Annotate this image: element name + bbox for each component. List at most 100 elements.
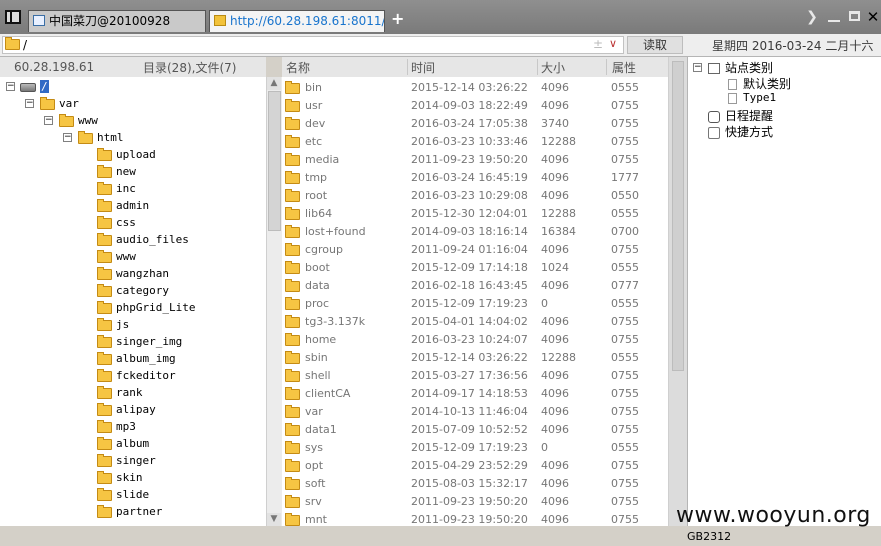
collapse-icon[interactable]: − [63,133,72,142]
collapse-icon[interactable]: − [25,99,34,108]
file-row[interactable]: mnt 2011-09-23 19:50:20 4096 0755 [282,511,668,526]
tree-node-folder[interactable]: category [97,282,169,299]
tree-node-folder[interactable]: album_img [97,350,176,367]
tree-node-var[interactable]: var [40,95,79,112]
default-category-node[interactable]: 默认类别 [728,75,791,92]
file-row[interactable]: data1 2015-07-09 10:52:52 4096 0755 [282,421,668,439]
tree-node-folder[interactable]: phpGrid_Lite [97,299,195,316]
cell-attr: 0755 [611,243,639,256]
file-list[interactable]: bin 2015-12-14 03:26:22 4096 0555 usr 2014-09… [282,77,668,526]
read-button[interactable]: 读取 [627,36,683,54]
folder-icon [285,153,300,166]
tree-node-root[interactable]: / [20,78,49,95]
site-category-node[interactable]: 站点类别 [708,59,773,76]
chevron-down-icon[interactable]: ∨ [609,37,617,50]
folder-icon [97,283,112,297]
new-tab-button[interactable]: + [391,9,404,28]
file-row[interactable]: root 2016-03-23 10:29:08 4096 0550 [282,187,668,205]
folder-icon [285,351,300,364]
tree-node-folder[interactable]: www [97,248,136,265]
column-name[interactable]: 名称 [286,59,310,76]
file-row[interactable]: sbin 2015-12-14 03:26:22 12288 0555 [282,349,668,367]
tree-node-folder[interactable]: slide [97,486,149,503]
tree-node-folder[interactable]: upload [97,146,156,163]
minimize-icon[interactable] [826,11,842,22]
tree-node-folder[interactable]: js [97,316,129,333]
file-row[interactable]: media 2011-09-23 19:50:20 4096 0755 [282,151,668,169]
tree-node-folder[interactable]: partner [97,503,162,520]
tree-node-folder[interactable]: wangzhan [97,265,169,282]
directory-tree[interactable]: − / − var − www − html upload new inc admin… [0,77,266,526]
file-row[interactable]: dev 2016-03-24 17:05:38 3740 0755 [282,115,668,133]
file-row[interactable]: tg3-3.137k 2015-04-01 14:04:02 4096 0755 [282,313,668,331]
tree-node-folder[interactable]: singer [97,452,156,469]
column-size[interactable]: 大小 [541,59,565,76]
tree-node-www[interactable]: www [59,112,98,129]
tree-node-folder[interactable]: singer_img [97,333,182,350]
file-row[interactable]: lost+found 2014-09-03 18:16:14 16384 0700 [282,223,668,241]
file-row[interactable]: clientCA 2014-09-17 14:18:53 4096 0755 [282,385,668,403]
scroll-down-icon[interactable]: ▼ [267,513,281,526]
path-input[interactable] [23,38,583,52]
folder-icon [285,189,300,202]
file-row[interactable]: cgroup 2011-09-24 01:16:04 4096 0755 [282,241,668,259]
tab-target-url[interactable]: http://60.28.198.61:8011/pa... [209,10,385,32]
tree-scrollbar[interactable]: ▲ ▼ [266,77,282,526]
tree-node-folder[interactable]: admin [97,197,149,214]
scroll-up-icon[interactable]: ▲ [267,77,281,90]
folder-icon [285,477,300,490]
collapse-icon[interactable]: − [44,116,53,125]
file-row[interactable]: srv 2011-09-23 19:50:20 4096 0755 [282,493,668,511]
plus-minus-icon[interactable]: ± [593,37,603,51]
file-row[interactable]: sys 2015-12-09 17:19:23 0 0555 [282,439,668,457]
tree-node-folder[interactable]: alipay [97,401,156,418]
tree-node-html[interactable]: html [78,129,124,146]
schedule-node[interactable]: 日程提醒 [708,107,773,124]
tree-node-folder[interactable]: rank [97,384,143,401]
document-icon [728,79,737,90]
scroll-thumb[interactable] [268,91,281,231]
maximize-icon[interactable] [846,10,862,21]
file-row[interactable]: boot 2015-12-09 17:14:18 1024 0555 [282,259,668,277]
folder-icon [285,225,300,238]
file-row[interactable]: var 2014-10-13 11:46:04 4096 0755 [282,403,668,421]
tree-node-folder[interactable]: inc [97,180,136,197]
chevron-right-icon[interactable]: ❯ [804,10,820,24]
path-box: ± ∨ [2,36,624,54]
file-row[interactable]: opt 2015-04-29 23:52:29 4096 0755 [282,457,668,475]
cell-name: usr [305,99,323,112]
tab-caidao[interactable]: 中国菜刀@20100928 [28,10,206,32]
file-row[interactable]: lib64 2015-12-30 12:04:01 12288 0555 [282,205,668,223]
tree-node-folder[interactable]: album [97,435,149,452]
list-scrollbar[interactable] [668,57,687,526]
cell-name: sys [305,441,323,454]
file-row[interactable]: home 2016-03-23 10:24:07 4096 0755 [282,331,668,349]
file-row[interactable]: usr 2014-09-03 18:22:49 4096 0755 [282,97,668,115]
collapse-icon[interactable]: − [693,63,702,72]
tree-node-folder[interactable]: css [97,214,136,231]
cell-attr: 0555 [611,81,639,94]
file-row[interactable]: tmp 2016-03-24 16:45:19 4096 1777 [282,169,668,187]
tree-node-folder[interactable]: fckeditor [97,367,176,384]
file-row[interactable]: shell 2015-03-27 17:36:56 4096 0755 [282,367,668,385]
type1-node[interactable]: Type1 [728,91,776,104]
file-row[interactable]: etc 2016-03-23 10:33:46 12288 0755 [282,133,668,151]
cell-time: 2014-09-03 18:22:49 [411,99,528,112]
folder-icon [285,207,300,220]
file-row[interactable]: proc 2015-12-09 17:19:23 0 0555 [282,295,668,313]
tree-node-folder[interactable]: new [97,163,136,180]
tree-node-folder[interactable]: skin [97,469,143,486]
file-row[interactable]: data 2016-02-18 16:43:45 4096 0777 [282,277,668,295]
collapse-icon[interactable]: − [6,82,15,91]
column-time[interactable]: 时间 [411,59,435,76]
tree-node-folder[interactable]: mp3 [97,418,136,435]
scroll-thumb[interactable] [672,61,684,371]
shortcuts-node[interactable]: 快捷方式 [708,123,773,140]
close-icon[interactable]: ✕ [865,10,881,25]
folder-icon [97,385,112,399]
file-row[interactable]: bin 2015-12-14 03:26:22 4096 0555 [282,79,668,97]
file-row[interactable]: soft 2015-08-03 15:32:17 4096 0755 [282,475,668,493]
app-icon[interactable] [5,10,21,24]
column-attr[interactable]: 属性 [612,59,636,76]
tree-node-folder[interactable]: audio_files [97,231,189,248]
